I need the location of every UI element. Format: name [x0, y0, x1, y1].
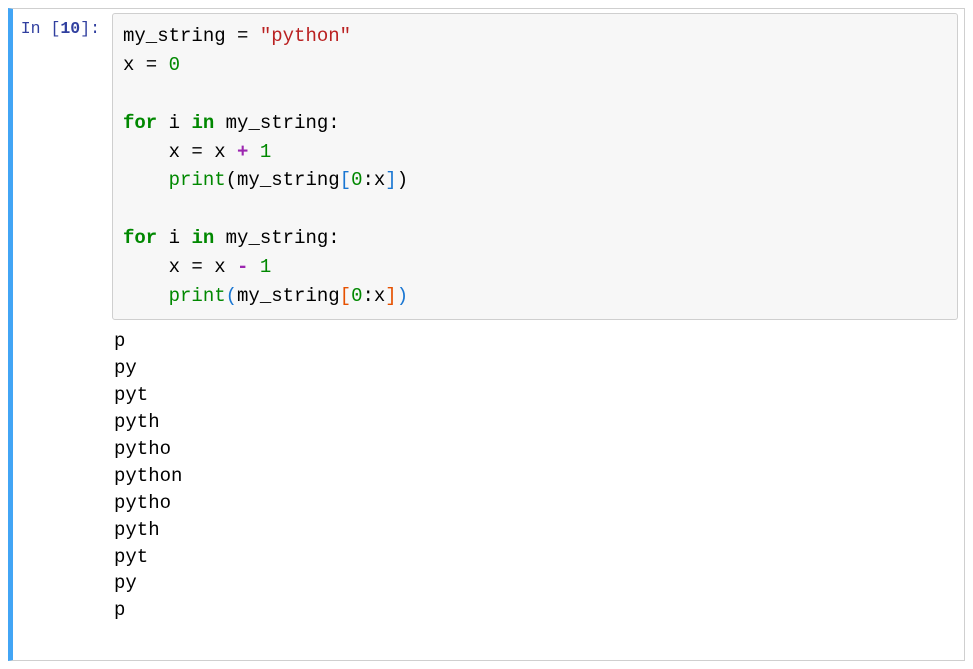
code-token: = [180, 141, 214, 163]
code-token: 0 [351, 169, 362, 191]
code-token: 0 [169, 54, 180, 76]
code-token: i [157, 112, 191, 134]
code-token: : [328, 112, 339, 134]
code-token: ( [226, 285, 237, 307]
code-token [123, 141, 169, 163]
prompt-prefix: In [ [21, 19, 61, 38]
code-token [123, 285, 169, 307]
cell-body: my_string = "python" x = 0 for i in my_s… [108, 9, 964, 660]
code-token: x [169, 141, 180, 163]
code-token: x [123, 54, 134, 76]
code-token [248, 141, 259, 163]
execution-count: 10 [60, 19, 80, 38]
code-token: x [374, 285, 385, 307]
code-token: [ [340, 169, 351, 191]
code-token: 1 [260, 141, 271, 163]
code-token: : [362, 285, 373, 307]
code-output: p py pyt pyth pytho python pytho pyth py… [112, 320, 958, 625]
code-token: ( [226, 169, 237, 191]
code-token: = [226, 25, 260, 47]
code-token: x [374, 169, 385, 191]
code-token: + [237, 141, 248, 163]
code-token: for [123, 227, 157, 249]
code-token: ) [397, 169, 408, 191]
code-token: "python" [260, 25, 351, 47]
code-token: [ [340, 285, 351, 307]
code-token: my_string [214, 227, 328, 249]
code-token: i [157, 227, 191, 249]
code-input[interactable]: my_string = "python" x = 0 for i in my_s… [112, 13, 958, 320]
code-token [123, 256, 169, 278]
code-token: - [237, 256, 248, 278]
code-token: x [169, 256, 180, 278]
code-token [123, 169, 169, 191]
code-token: print [169, 169, 226, 191]
code-token: my_string [123, 25, 226, 47]
code-token: ) [397, 285, 408, 307]
code-token: 0 [351, 285, 362, 307]
code-token [248, 256, 259, 278]
code-token: ] [385, 285, 396, 307]
code-token: my_string [237, 169, 340, 191]
code-token: = [180, 256, 214, 278]
code-token: print [169, 285, 226, 307]
code-token: in [191, 227, 214, 249]
code-token: 1 [260, 256, 271, 278]
code-token: : [328, 227, 339, 249]
code-token: ] [385, 169, 396, 191]
prompt-suffix: ]: [80, 19, 100, 38]
code-token: in [191, 112, 214, 134]
code-token: x [214, 141, 237, 163]
input-prompt: In [10]: [13, 9, 108, 660]
code-token: x [214, 256, 237, 278]
code-token: = [134, 54, 168, 76]
code-token: : [362, 169, 373, 191]
code-token: my_string [237, 285, 340, 307]
code-token: my_string [214, 112, 328, 134]
notebook-cell: In [10]: my_string = "python" x = 0 for … [8, 8, 965, 661]
code-token: for [123, 112, 157, 134]
